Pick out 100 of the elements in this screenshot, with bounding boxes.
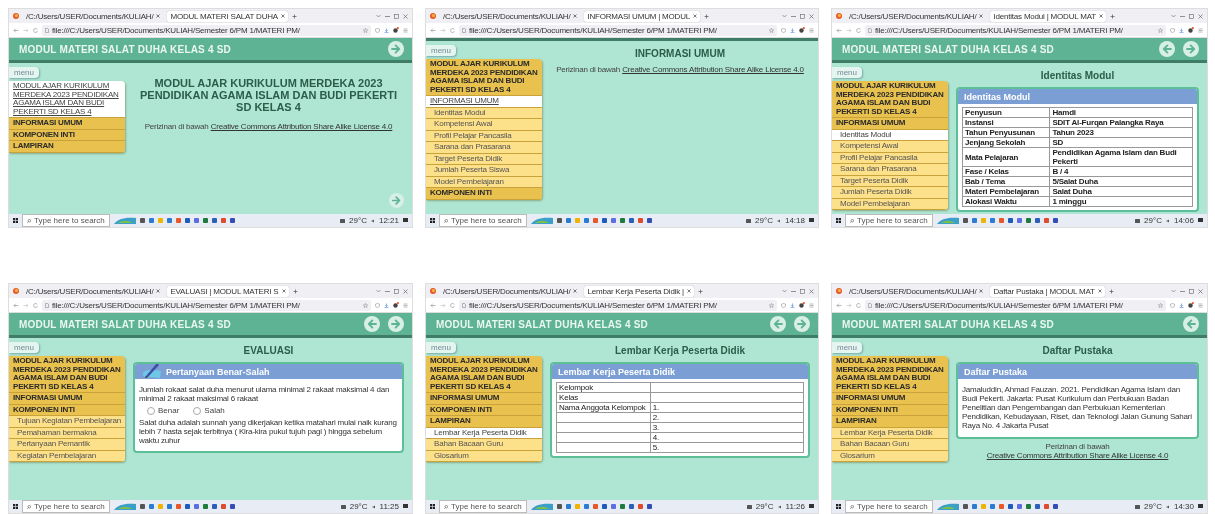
license-link[interactable]: Creative Commons Attribution Share Alike License 4.0: [210, 122, 393, 131]
star-icon[interactable]: [769, 302, 774, 308]
previous-arrow-icon[interactable]: [1183, 316, 1199, 332]
address-bar[interactable]: file:///C:/Users/USER/Documents/KULIAH/Semester 6/PM 1/MATERI PM/: [865, 24, 1166, 36]
chevron-down-icon[interactable]: [1171, 289, 1176, 293]
menu-icon[interactable]: [809, 27, 814, 33]
browser-tab[interactable]: /C:/Users/USER/Documents/KULIAH/: [440, 285, 581, 297]
shield-icon[interactable]: [375, 27, 380, 33]
chevron-down-icon[interactable]: [782, 14, 787, 18]
next-arrow-icon[interactable]: [389, 193, 404, 208]
close-icon[interactable]: [693, 14, 697, 18]
extension-icon[interactable]: [1188, 302, 1194, 308]
sidebar-item[interactable]: Jumlah Peserta Didik: [832, 187, 948, 199]
next-arrow-icon[interactable]: [794, 316, 810, 332]
browser-tab[interactable]: /C:/Users/USER/Documents/KULIAH/: [440, 10, 581, 22]
plus-icon[interactable]: [704, 13, 709, 19]
sidebar-item[interactable]: MODUL AJAR KURIKULUM MERDEKA 2023 PENDIDIKAN AGAMA ISLAM DAN BUDI PEKERTI SD KELAS 4: [832, 81, 948, 118]
download-icon[interactable]: [384, 302, 389, 308]
radio-button[interactable]: [193, 406, 202, 415]
close-icon[interactable]: [403, 13, 408, 19]
menu-icon[interactable]: [403, 27, 408, 33]
back-icon[interactable]: [430, 27, 436, 33]
sidebar-item[interactable]: INFORMASI UMUM: [9, 118, 125, 130]
menu-icon[interactable]: [1198, 302, 1203, 308]
shield-icon[interactable]: [1170, 27, 1175, 33]
previous-arrow-icon[interactable]: [364, 316, 380, 332]
address-bar[interactable]: file:///C:/Users/USER/Documents/KULIAH/Semester 6/PM 1/MATERI PM/: [865, 299, 1166, 311]
close-icon[interactable]: [156, 289, 161, 293]
address-bar[interactable]: file:///C:/Users/USER/Documents/KULIAH/Semester 6/PM 1/MATERI PM/: [42, 24, 371, 36]
speaker-icon[interactable]: [1165, 504, 1170, 509]
sidebar-item[interactable]: Pertanyaan Pemantik: [9, 439, 125, 451]
search-field[interactable]: Type here to search: [439, 500, 527, 513]
sidebar-item[interactable]: Bahan Bacaan Guru: [832, 439, 948, 451]
download-icon[interactable]: [384, 27, 389, 33]
star-icon[interactable]: [1158, 27, 1163, 33]
close-icon[interactable]: [573, 289, 578, 293]
maximize-icon[interactable]: [800, 288, 805, 294]
sidebar-item[interactable]: LAMPIRAN: [832, 416, 948, 428]
browser-tab[interactable]: MODUL MATERI SALAT DUHA: [167, 10, 288, 22]
speaker-icon[interactable]: [370, 218, 375, 223]
plus-icon[interactable]: [292, 288, 298, 294]
download-icon[interactable]: [1179, 27, 1184, 33]
sidebar-item[interactable]: MODUL AJAR KURIKULUM MERDEKA 2023 PENDIDIKAN AGAMA ISLAM DAN BUDI PEKERTI SD KELAS 4: [9, 81, 125, 118]
menu-button[interactable]: menu: [832, 67, 862, 78]
back-icon[interactable]: [13, 302, 19, 308]
maximize-icon[interactable]: [800, 13, 805, 19]
windows-logo-icon[interactable]: [13, 218, 18, 223]
minimize-icon[interactable]: [385, 15, 390, 17]
license-link[interactable]: Creative Commons Attribution Share Alike License 4.0: [622, 65, 804, 74]
shield-icon[interactable]: [781, 27, 786, 33]
reload-icon[interactable]: [450, 302, 455, 308]
answer-option[interactable]: Benar: [147, 406, 180, 415]
star-icon[interactable]: [363, 302, 368, 308]
chevron-down-icon[interactable]: [376, 14, 381, 18]
windows-logo-icon[interactable]: [13, 504, 18, 509]
next-arrow-icon[interactable]: [388, 316, 404, 332]
plus-icon[interactable]: [1108, 288, 1114, 294]
maximize-icon[interactable]: [394, 288, 399, 294]
speaker-icon[interactable]: [1165, 218, 1170, 223]
shield-icon[interactable]: [375, 302, 380, 308]
browser-tab[interactable]: Identitas Modul | MODUL MAT: [990, 10, 1106, 22]
minimize-icon[interactable]: [791, 290, 796, 292]
browser-tab[interactable]: /C:/Users/USER/Documents/KULIAH/: [23, 285, 164, 297]
extension-icon[interactable]: [393, 27, 399, 33]
plus-icon[interactable]: [1109, 13, 1115, 19]
answer-option[interactable]: Salah: [193, 406, 225, 415]
menu-button[interactable]: menu: [9, 342, 39, 353]
extension-icon[interactable]: [1188, 27, 1194, 33]
star-icon[interactable]: [363, 27, 368, 33]
sidebar-item[interactable]: Sarana dan Prasarana: [832, 164, 948, 176]
download-icon[interactable]: [790, 302, 795, 308]
speaker-icon[interactable]: [776, 218, 781, 223]
maximize-icon[interactable]: [1189, 288, 1194, 294]
next-arrow-icon[interactable]: [1183, 41, 1199, 57]
close-icon[interactable]: [403, 288, 408, 294]
reload-icon[interactable]: [33, 302, 38, 308]
menu-icon[interactable]: [809, 302, 814, 308]
chevron-down-icon[interactable]: [1171, 14, 1176, 18]
shield-icon[interactable]: [1170, 302, 1175, 308]
sidebar-item[interactable]: INFORMASI UMUM: [832, 393, 948, 405]
close-icon[interactable]: [281, 14, 285, 18]
maximize-icon[interactable]: [1189, 13, 1194, 19]
reload-icon[interactable]: [856, 27, 861, 33]
sidebar-item[interactable]: Tujuan Kegiatan Pembelajaran: [9, 416, 125, 428]
search-field[interactable]: Type here to search: [845, 500, 933, 513]
menu-button[interactable]: menu: [832, 342, 862, 353]
chevron-down-icon[interactable]: [782, 289, 787, 293]
previous-arrow-icon[interactable]: [770, 316, 786, 332]
sidebar-item[interactable]: LAMPIRAN: [9, 141, 125, 153]
minimize-icon[interactable]: [1180, 15, 1185, 17]
close-icon[interactable]: [809, 288, 814, 294]
sidebar-item[interactable]: Kompetensi Awal: [832, 141, 948, 153]
back-icon[interactable]: [430, 302, 436, 308]
extension-icon[interactable]: [799, 302, 805, 308]
reload-icon[interactable]: [33, 27, 38, 33]
menu-button[interactable]: menu: [426, 45, 456, 56]
minimize-icon[interactable]: [385, 290, 390, 292]
sidebar-item[interactable]: KOMPONEN INTI: [426, 188, 542, 200]
sidebar-item[interactable]: MODUL AJAR KURIKULUM MERDEKA 2023 PENDIDIKAN AGAMA ISLAM DAN BUDI PEKERTI SD KELAS 4: [9, 356, 125, 393]
close-icon[interactable]: [979, 289, 984, 293]
